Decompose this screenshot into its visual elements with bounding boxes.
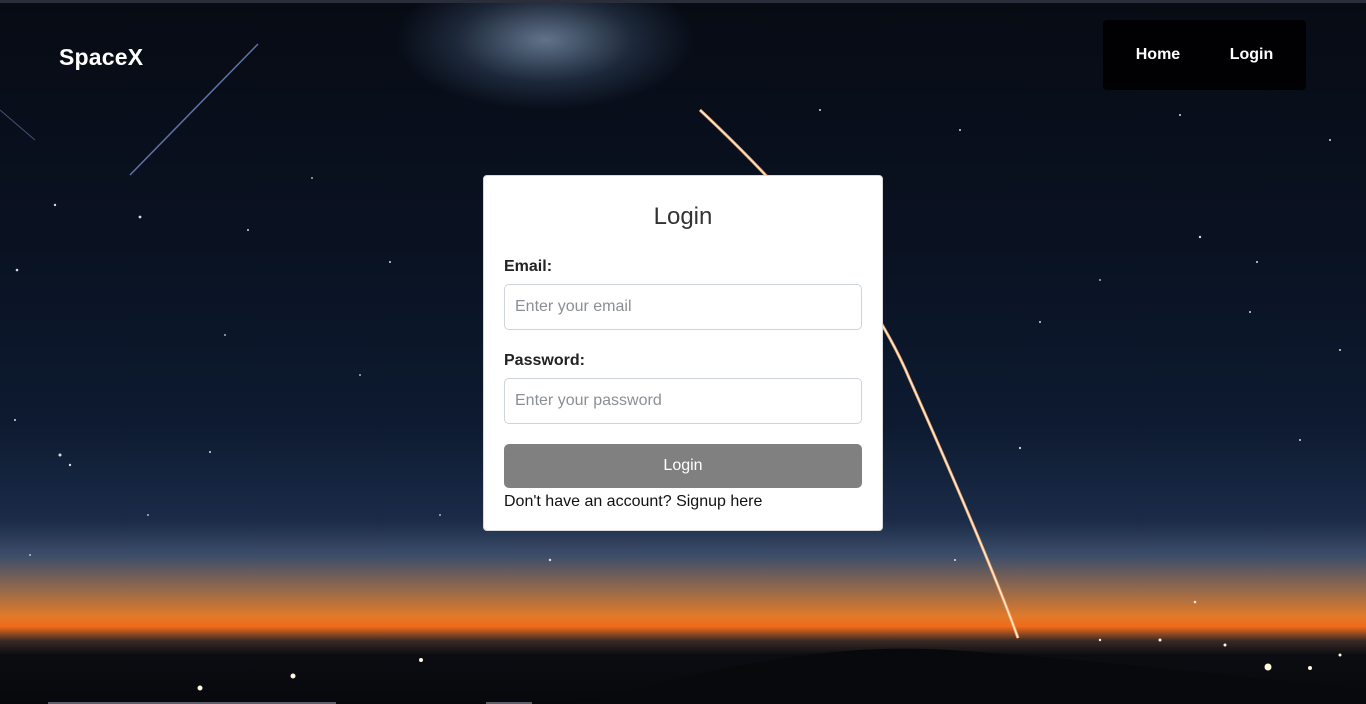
password-label: Password:: [504, 352, 585, 369]
login-title: Login: [653, 203, 713, 230]
email-input[interactable]: [504, 284, 862, 330]
password-input[interactable]: [504, 378, 862, 424]
nav-bar: Home Login: [1103, 20, 1306, 90]
email-label: Email:: [504, 258, 553, 275]
login-card: Login Email: Password: Login Don't have …: [483, 175, 883, 531]
nav-home-link[interactable]: Home: [1136, 46, 1180, 64]
login-button[interactable]: Login: [504, 444, 862, 488]
brand-logo[interactable]: SpaceX: [59, 44, 143, 71]
nav-login-link[interactable]: Login: [1230, 46, 1274, 64]
signup-link[interactable]: Don't have an account? Signup here: [504, 493, 862, 511]
